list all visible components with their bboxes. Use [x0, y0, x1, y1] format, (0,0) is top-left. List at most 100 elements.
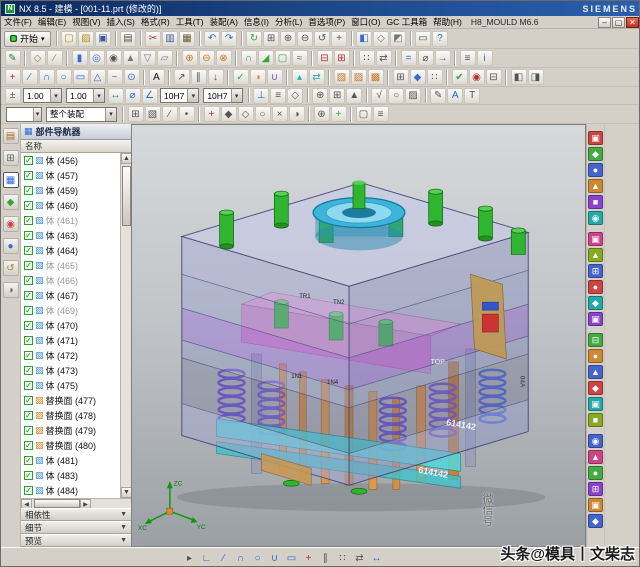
tool-icon-05[interactable]: ■	[588, 195, 603, 209]
print-icon[interactable]: ▤	[120, 31, 136, 47]
tree-item[interactable]: ✓▧体 (470)	[21, 318, 120, 333]
check-mate-icon[interactable]: ✔	[452, 69, 468, 85]
tool-icon-11[interactable]: ◆	[588, 296, 603, 310]
hole-icon[interactable]: ◉	[106, 50, 122, 66]
spline-icon[interactable]: ~	[107, 69, 123, 85]
scrollbar-thumb[interactable]	[122, 166, 131, 226]
part-navigator-icon[interactable]: ▦	[3, 172, 19, 188]
tool-icon-23[interactable]: ▣	[588, 498, 603, 512]
web-browser-icon[interactable]: ●	[3, 238, 19, 254]
visibility-checkbox[interactable]: ✓	[24, 381, 33, 390]
roles-icon[interactable]: ◑	[3, 282, 19, 298]
surface-finish-icon[interactable]: √	[371, 88, 387, 104]
title-bar[interactable]: N NX 8.5 - 建模 - [001-11.prt (修改的)] SIEME…	[1, 1, 640, 16]
menu-item[interactable]: 分析(L)	[272, 16, 305, 28]
visibility-checkbox[interactable]: ✓	[24, 216, 33, 225]
crosshatch-icon[interactable]: ▨	[405, 88, 421, 104]
visibility-checkbox[interactable]: ✓	[24, 471, 33, 480]
tree-item[interactable]: ✓▧体 (467)	[21, 288, 120, 303]
visibility-checkbox[interactable]: ✓	[24, 441, 33, 450]
trim-body-icon[interactable]: ⊟	[317, 50, 333, 66]
synchronous-icon[interactable]: ⇄	[309, 69, 325, 85]
sketch-line-icon[interactable]: ∕	[216, 550, 232, 566]
sketch-circle-icon[interactable]: ○	[250, 550, 266, 566]
visibility-checkbox[interactable]: ✓	[24, 291, 33, 300]
select-edge-icon[interactable]: ∕	[162, 106, 178, 122]
linear-dimension-icon[interactable]: ↔	[108, 88, 124, 104]
tool-icon-20[interactable]: ▲	[588, 450, 603, 464]
tree-item[interactable]: ✓▧体 (471)	[21, 333, 120, 348]
tool-icon-15[interactable]: ▲	[588, 365, 603, 379]
visibility-checkbox[interactable]: ✓	[24, 306, 33, 315]
note-icon[interactable]: ≡	[270, 88, 286, 104]
cut-icon[interactable]: ✂	[145, 31, 161, 47]
zoom-out-icon[interactable]: ⊖	[297, 31, 313, 47]
angular-dimension-icon[interactable]: ∠	[142, 88, 158, 104]
tool-icon-08[interactable]: ▲	[588, 248, 603, 262]
sketch-arc-icon[interactable]: ∩	[233, 550, 249, 566]
sketch-dimension-icon[interactable]: ↔	[369, 550, 385, 566]
refresh-view-icon[interactable]: ↻	[246, 31, 262, 47]
preview-panel-bar[interactable]: 预览▼	[21, 534, 131, 547]
visibility-checkbox[interactable]: ✓	[24, 276, 33, 285]
fit-view-icon[interactable]: ⊞	[263, 31, 279, 47]
scroll-down-icon[interactable]: ▼	[121, 487, 131, 498]
sketch-offset-icon[interactable]: ∥	[318, 550, 334, 566]
wcs-dynamics-icon[interactable]: +	[331, 106, 347, 122]
measure-icon[interactable]: ⌀	[418, 50, 434, 66]
new-icon[interactable]: ▢	[61, 31, 77, 47]
snap-intersection-icon[interactable]: ×	[272, 106, 288, 122]
split-body-icon[interactable]: ⊞	[334, 50, 350, 66]
tree-item[interactable]: ✓▧体 (481)	[21, 453, 120, 468]
rotate-view-icon[interactable]: ↺	[314, 31, 330, 47]
dependencies-panel-bar[interactable]: 相依性▼	[21, 508, 131, 521]
tolerance-combo-1[interactable]: 1.00 ▾	[23, 88, 62, 103]
hd3d-tools-icon[interactable]: ◉	[3, 216, 19, 232]
menu-item[interactable]: 首选项(P)	[305, 16, 348, 28]
tool-icon-14[interactable]: ●	[588, 349, 603, 363]
assembly-navigator-icon[interactable]: ▤	[3, 128, 19, 144]
visibility-checkbox[interactable]: ✓	[24, 351, 33, 360]
tree-item[interactable]: ✓▧体 (463)	[21, 228, 120, 243]
select-face-icon[interactable]: ▧	[145, 106, 161, 122]
interference-icon[interactable]: ⊟	[486, 69, 502, 85]
visibility-checkbox[interactable]: ✓	[24, 246, 33, 255]
pattern-feature-icon[interactable]: ∷	[359, 50, 375, 66]
visibility-checkbox[interactable]: ✓	[24, 486, 33, 495]
status-select-icon[interactable]: ▸	[182, 550, 198, 566]
snap-midpoint-icon[interactable]: ◇	[238, 106, 254, 122]
tree-item[interactable]: ✓▧体 (475)	[21, 378, 120, 393]
tool-icon-17[interactable]: ▣	[588, 397, 603, 411]
scale-icon[interactable]: ↗	[174, 69, 190, 85]
ellipse-icon[interactable]: ⊙	[124, 69, 140, 85]
text-icon[interactable]: A	[149, 69, 165, 85]
radial-dimension-icon[interactable]: ⌀	[125, 88, 141, 104]
tolerance-combo-2[interactable]: 1.00 ▾	[66, 88, 105, 103]
line-icon[interactable]: ∕	[22, 69, 38, 85]
offset-curve-icon[interactable]: ∥	[191, 69, 207, 85]
tree-item[interactable]: ✓▨替换面 (478)	[21, 408, 120, 423]
pad-icon[interactable]: ▱	[157, 50, 173, 66]
shell-icon[interactable]: ▢	[275, 50, 291, 66]
snap-quadrant-icon[interactable]: ◑	[289, 106, 305, 122]
tool-icon-18[interactable]: ■	[588, 413, 603, 427]
tool-icon-04[interactable]: ▲	[588, 179, 603, 193]
delete-face-icon[interactable]: ▨	[351, 69, 367, 85]
tool-icon-01[interactable]: ▣	[588, 131, 603, 145]
sketch-icon[interactable]: ✎	[5, 50, 21, 66]
shaded-view-icon[interactable]: ◧	[356, 31, 372, 47]
polygon-icon[interactable]: △	[90, 69, 106, 85]
start-button[interactable]: 开始 ▾	[4, 31, 51, 47]
visibility-checkbox[interactable]: ✓	[24, 261, 33, 270]
menu-item[interactable]: 帮助(H)	[430, 16, 465, 28]
unite-icon[interactable]: ⊕	[182, 50, 198, 66]
tool-icon-19[interactable]: ◉	[588, 434, 603, 448]
close-button[interactable]: ✕	[626, 17, 639, 28]
tree-item[interactable]: ✓▧体 (465)	[21, 258, 120, 273]
tree-item[interactable]: ✓▧体 (456)	[21, 153, 120, 168]
scrollbar-thumb[interactable]	[34, 499, 80, 508]
mirror-feature-icon[interactable]: ⇄	[376, 50, 392, 66]
circle-icon[interactable]: ○	[56, 69, 72, 85]
details-panel-bar[interactable]: 细节▼	[21, 521, 131, 534]
dimension-style-icon[interactable]: A	[447, 88, 463, 104]
